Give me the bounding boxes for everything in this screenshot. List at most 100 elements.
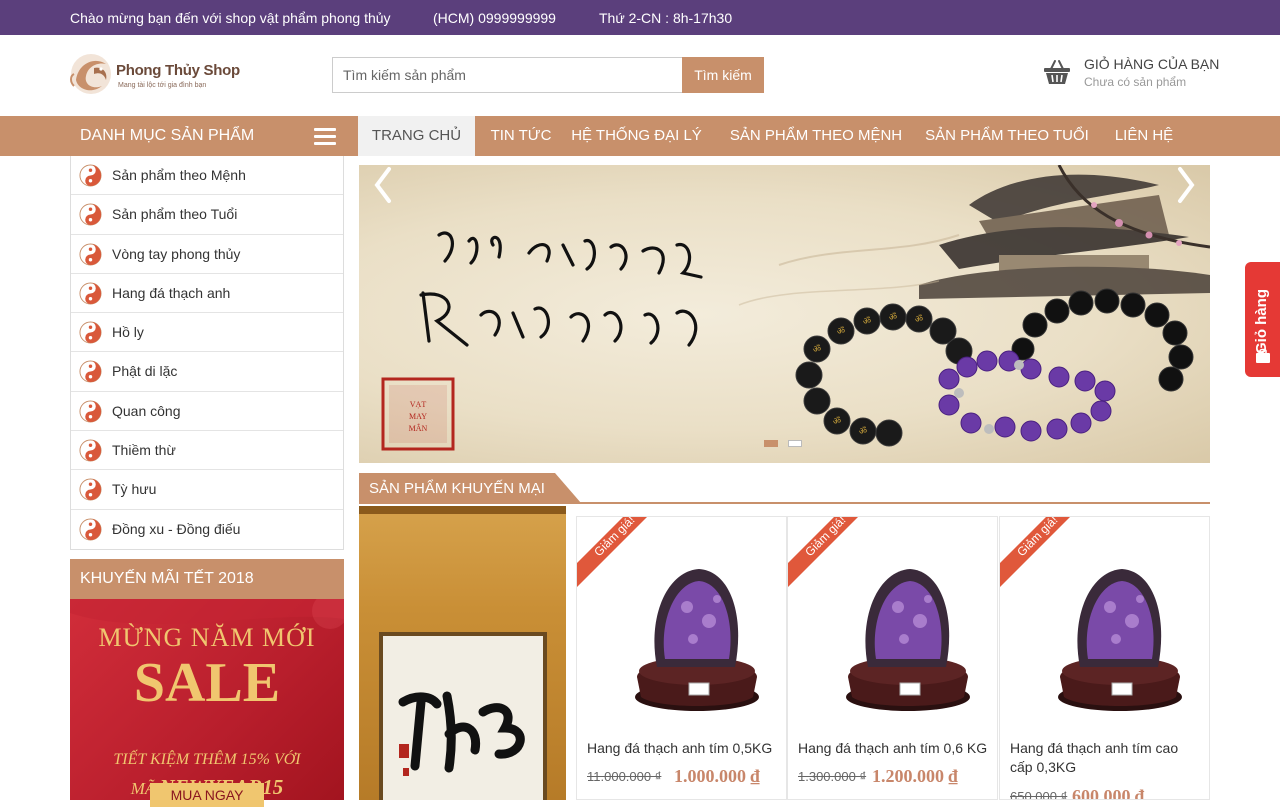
hotline-text[interactable]: (HCM) 0999999999 bbox=[433, 10, 556, 26]
slider-dot-2[interactable] bbox=[788, 440, 802, 447]
category-label: Quan công bbox=[112, 402, 181, 419]
category-label: Sản phẩm theo Tuổi bbox=[112, 206, 238, 223]
product-name[interactable]: Hang đá thạch anh tím cao cấp 0,3KG bbox=[1010, 739, 1200, 777]
seal-text: VẠT bbox=[410, 400, 427, 409]
slider-dot-1[interactable] bbox=[764, 440, 778, 447]
amethyst-geode-image bbox=[1058, 569, 1182, 711]
site-logo[interactable]: Phong Thủy Shop Mang tài lộc tới gia đìn… bbox=[68, 48, 248, 100]
category-item[interactable]: Hang đá thạch anh bbox=[71, 274, 343, 314]
koi-fish-logo-icon bbox=[70, 54, 111, 94]
opening-hours-text: Thứ 2-CN : 8h-17h30 bbox=[599, 10, 733, 26]
category-label: Thiềm thừ bbox=[112, 442, 176, 459]
product-old-price: 650.000 ₫ bbox=[1010, 789, 1068, 800]
main-navbar: DANH MỤC SẢN PHẨM TRANG CHỦ TIN TỨC HỆ T… bbox=[0, 116, 1280, 156]
slider-next-arrow-icon[interactable] bbox=[1174, 165, 1198, 205]
category-item[interactable]: Tỳ hưu bbox=[71, 470, 343, 510]
floating-cart-tab[interactable]: Giỏ hàng bbox=[1245, 262, 1280, 377]
category-list: Sản phẩm theo Mệnh Sản phẩm theo Tuổi Vòng… bbox=[70, 156, 344, 550]
slide-image: VẠT MAY MẮN ॐ ॐ ॐ ॐ ॐ ॐ ॐ bbox=[381, 165, 1210, 451]
logo-name: Phong Thủy Shop bbox=[116, 62, 240, 79]
product-card[interactable]: Giảm giá! Hang đá thạch anh tím cao cấp 0… bbox=[999, 516, 1210, 800]
svg-text:ॐ: ॐ bbox=[833, 416, 841, 427]
category-label: Vòng tay phong thủy bbox=[112, 245, 241, 262]
logo-slogan: Mang tài lộc tới gia đình bạn bbox=[118, 82, 207, 89]
basket-icon bbox=[1044, 60, 1070, 84]
amethyst-geode-image bbox=[846, 569, 970, 711]
product-old-price: 11.000.000 ₫ bbox=[587, 769, 662, 784]
banner-sale: SALE bbox=[133, 652, 281, 714]
product-card[interactable]: Giảm giá! Hang đá thạch anh tím 0,6 KG 1.3… bbox=[787, 516, 998, 800]
search-bar: Tìm kiếm bbox=[332, 57, 764, 93]
section-divider bbox=[359, 502, 1210, 504]
svg-text:ॐ: ॐ bbox=[863, 316, 871, 327]
calligraphy-scroll bbox=[359, 506, 566, 800]
category-menu-toggle[interactable]: DANH MỤC SẢN PHẨM bbox=[70, 116, 344, 156]
svg-text:ॐ: ॐ bbox=[859, 426, 867, 437]
yin-yang-icon bbox=[79, 164, 102, 187]
tet-promo-box: KHUYẾN MÃI TẾT 2018 MỪNG NĂM MỚI SALE TI… bbox=[70, 559, 344, 807]
nav-item-news[interactable]: TIN TỨC bbox=[475, 116, 567, 156]
yin-yang-icon bbox=[79, 360, 102, 384]
hamburger-icon bbox=[314, 128, 336, 145]
category-item[interactable]: Đồng xu - Đồng điếu bbox=[71, 510, 343, 549]
banner-discount-text: TIẾT KIỆM THÊM 15% VỚI bbox=[113, 751, 301, 768]
welcome-text: Chào mừng bạn đến với shop vật phẩm phon… bbox=[70, 10, 391, 26]
nav-item-home[interactable]: TRANG CHỦ bbox=[358, 116, 475, 156]
promo-section-title: SẢN PHẨM KHUYẾN MẠI bbox=[359, 473, 581, 503]
hero-slider[interactable]: VẠT MAY MẮN ॐ ॐ ॐ ॐ ॐ ॐ ॐ bbox=[359, 165, 1210, 463]
search-input[interactable] bbox=[332, 57, 683, 93]
cart-title: GIỎ HÀNG CỦA BẠN bbox=[1084, 56, 1220, 72]
yin-yang-icon bbox=[79, 400, 102, 423]
tet-sale-banner[interactable]: MỪNG NĂM MỚI SALE TIẾT KIỆM THÊM 15% VỚI… bbox=[70, 599, 344, 800]
product-card[interactable]: Giảm giá! Hang đá thạch anh tím 0,5KG 11.0… bbox=[576, 516, 787, 800]
nav-item-contact[interactable]: LIÊN HỆ bbox=[1106, 116, 1182, 156]
svg-text:ॐ: ॐ bbox=[813, 344, 821, 355]
category-item[interactable]: Phật di lặc bbox=[71, 352, 343, 392]
yin-yang-icon bbox=[79, 282, 102, 305]
svg-text:ॐ: ॐ bbox=[889, 312, 897, 323]
svg-text:ॐ: ॐ bbox=[837, 326, 845, 337]
product-price: 1.200.000 ₫ bbox=[872, 766, 958, 786]
category-item[interactable]: Quan công bbox=[71, 392, 343, 432]
promo-box-title: KHUYẾN MÃI TẾT 2018 bbox=[70, 559, 344, 599]
slider-prev-arrow-icon[interactable] bbox=[371, 165, 395, 205]
category-item[interactable]: Vòng tay phong thủy bbox=[71, 235, 343, 274]
yin-yang-icon bbox=[79, 203, 102, 226]
calligraphy-feature-image[interactable] bbox=[359, 506, 566, 800]
floating-cart-label: Giỏ hàng bbox=[1253, 289, 1270, 354]
slider-dots bbox=[764, 440, 806, 448]
search-button[interactable]: Tìm kiếm bbox=[682, 57, 764, 93]
yin-yang-icon bbox=[79, 321, 102, 344]
svg-text:MAY: MAY bbox=[409, 412, 427, 421]
category-label: Tỳ hưu bbox=[112, 481, 157, 498]
svg-text:ॐ: ॐ bbox=[915, 314, 923, 325]
top-info-bar: Chào mừng bạn đến với shop vật phẩm phon… bbox=[0, 0, 1280, 35]
cart-status: Chưa có sản phẩm bbox=[1084, 75, 1187, 89]
category-label: Đồng xu - Đồng điếu bbox=[112, 520, 241, 537]
nav-item-by-age[interactable]: SẢN PHẨM THEO TUỔI bbox=[915, 116, 1099, 156]
buy-now-button[interactable]: MUA NGAY bbox=[150, 783, 264, 807]
category-label: Hang đá thạch anh bbox=[112, 284, 231, 301]
nav-item-agents[interactable]: HỆ THỐNG ĐẠI LÝ bbox=[567, 116, 706, 156]
banner-line-1: MỪNG NĂM MỚI bbox=[98, 623, 316, 652]
product-old-price: 1.300.000 ₫ bbox=[798, 769, 867, 784]
product-name[interactable]: Hang đá thạch anh tím 0,6 KG bbox=[798, 739, 988, 758]
yin-yang-icon bbox=[79, 439, 102, 462]
category-item[interactable]: Hồ ly bbox=[71, 313, 343, 353]
shopping-cart-icon bbox=[1256, 348, 1270, 363]
category-label: Phật di lặc bbox=[112, 363, 178, 380]
category-item[interactable]: Sản phẩm theo Tuổi bbox=[71, 195, 343, 235]
amethyst-geode-image bbox=[635, 569, 759, 711]
header-cart[interactable]: GIỎ HÀNG CỦA BẠN Chưa có sản phẩm bbox=[1042, 54, 1222, 94]
yin-yang-icon bbox=[79, 478, 102, 501]
product-price: 600.000 ₫ bbox=[1072, 786, 1145, 800]
product-price: 1.000.000 ₫ bbox=[674, 766, 760, 786]
category-label: Hồ ly bbox=[112, 324, 144, 341]
category-item[interactable]: Thiềm thừ bbox=[71, 431, 343, 471]
yin-yang-icon bbox=[79, 518, 102, 541]
yin-yang-icon bbox=[79, 243, 102, 266]
category-label: Sản phẩm theo Mệnh bbox=[112, 167, 246, 183]
category-item[interactable]: Sản phẩm theo Mệnh bbox=[71, 156, 343, 196]
nav-item-by-element[interactable]: SẢN PHẨM THEO MỆNH bbox=[722, 116, 910, 156]
product-name[interactable]: Hang đá thạch anh tím 0,5KG bbox=[587, 739, 777, 758]
